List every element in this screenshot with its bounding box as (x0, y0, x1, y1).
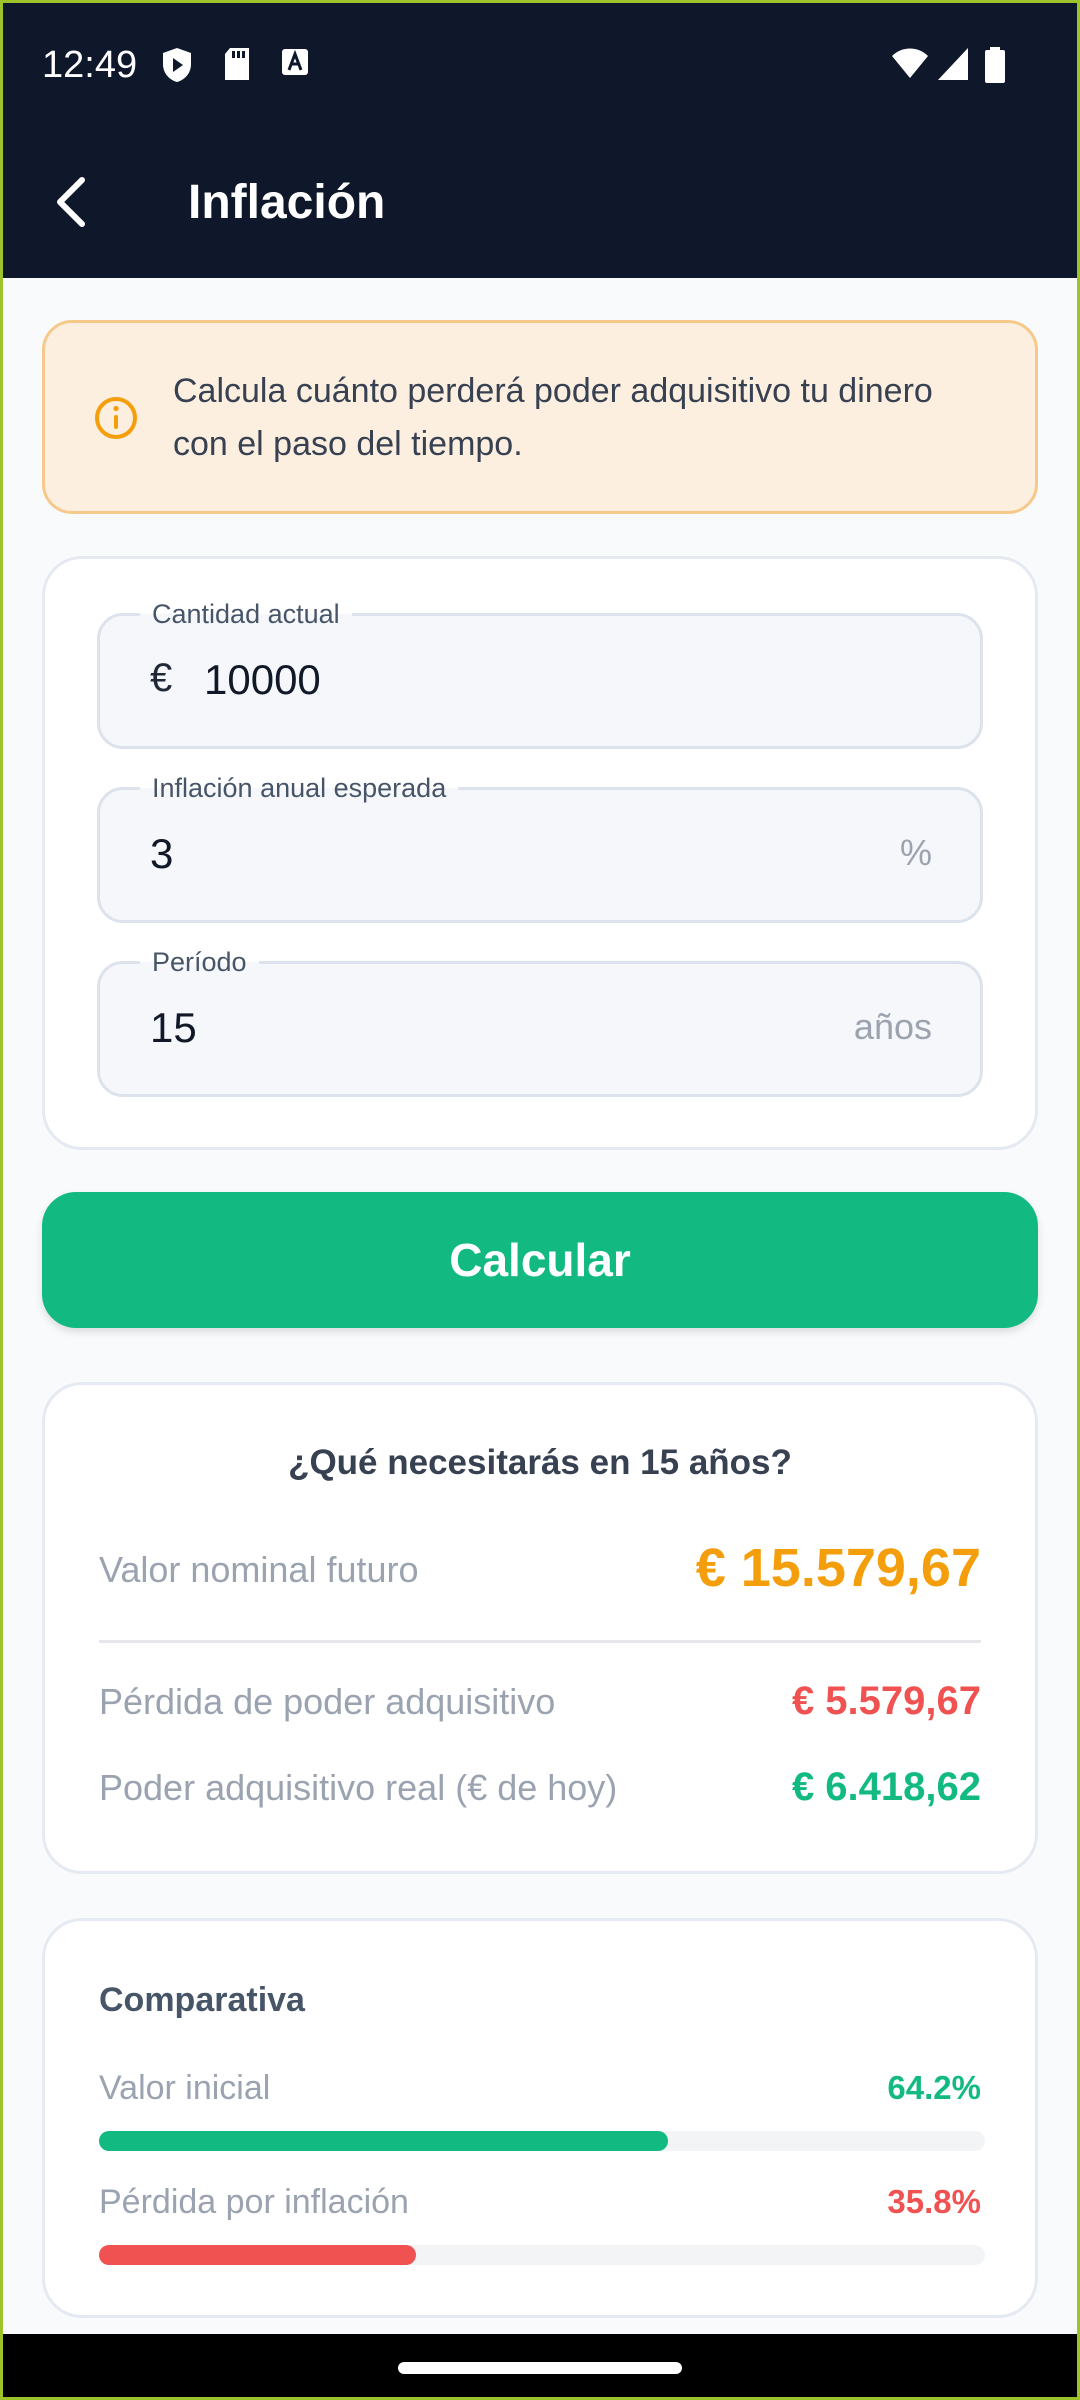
info-text: Calcula cuánto perderá poder adquisitivo… (173, 372, 933, 463)
amount-field[interactable]: Cantidad actual € 10000 (97, 598, 983, 749)
loss-label: Pérdida de poder adquisitivo (99, 1681, 556, 1722)
inflation-loss-percent: 35.8% (887, 2183, 981, 2220)
results-title: ¿Qué necesitarás en 15 años? (288, 1443, 792, 1482)
comparison-card: Comparativa Valor inicial 64.2% Pérdida … (42, 1918, 1038, 2318)
real-value: € 6.418,62 (791, 1765, 981, 1809)
status-time: 12:49 (42, 44, 138, 86)
inflation-value: 3 (150, 830, 174, 877)
years-suffix: años (853, 1006, 932, 1047)
info-banner: Calcula cuánto perderá poder adquisitivo… (42, 320, 1038, 514)
initial-percent: 64.2% (887, 2069, 981, 2106)
real-label: Poder adquisitivo real (€ de hoy) (99, 1767, 618, 1808)
home-gesture-handle[interactable] (398, 2362, 682, 2374)
initial-bar-fill (99, 2131, 668, 2151)
page-title: Inflación (188, 176, 386, 229)
input-form-card: Cantidad actual € 10000 Inflación anual … (42, 556, 1038, 1150)
wifi-icon (892, 48, 928, 78)
nominal-value: € 15.579,67 (695, 1538, 981, 1598)
results-divider (99, 1640, 981, 1643)
loss-bar-fill (99, 2245, 417, 2265)
signal-icon (938, 48, 968, 80)
loss-value: € 5.579,67 (791, 1679, 981, 1723)
period-label: Período (140, 946, 259, 978)
loss-bar-track (99, 2245, 985, 2265)
amount-value: 10000 (204, 656, 321, 703)
amount-label: Cantidad actual (140, 598, 352, 630)
navigation-bar (0, 2334, 1080, 2400)
sd-card-icon (225, 48, 249, 80)
play-protect-icon (163, 48, 191, 82)
comparison-title: Comparativa (99, 1981, 305, 2019)
initial-bar-track (99, 2131, 985, 2151)
results-card: ¿Qué necesitarás en 15 años? Valor nomin… (42, 1382, 1038, 1874)
nominal-label: Valor nominal futuro (99, 1549, 419, 1590)
period-value: 15 (150, 1004, 197, 1051)
top-bar: 12:49 Inflación (0, 0, 1080, 278)
percent-suffix: % (899, 832, 932, 873)
back-arrow-icon[interactable] (48, 172, 104, 232)
initial-label: Valor inicial (99, 2069, 271, 2107)
calculate-button[interactable]: Calcular (42, 1192, 1038, 1328)
inflation-label: Inflación anual esperada (140, 772, 459, 804)
inflation-loss-label: Pérdida por inflación (99, 2183, 409, 2221)
info-icon (95, 397, 137, 439)
text-a-icon (282, 49, 308, 75)
period-field[interactable]: Período 15 años (97, 946, 983, 1097)
battery-icon (985, 47, 1005, 83)
status-bar: 12:49 (0, 0, 1080, 130)
inflation-field[interactable]: Inflación anual esperada 3 % (97, 772, 983, 923)
euro-prefix: € (150, 656, 173, 700)
